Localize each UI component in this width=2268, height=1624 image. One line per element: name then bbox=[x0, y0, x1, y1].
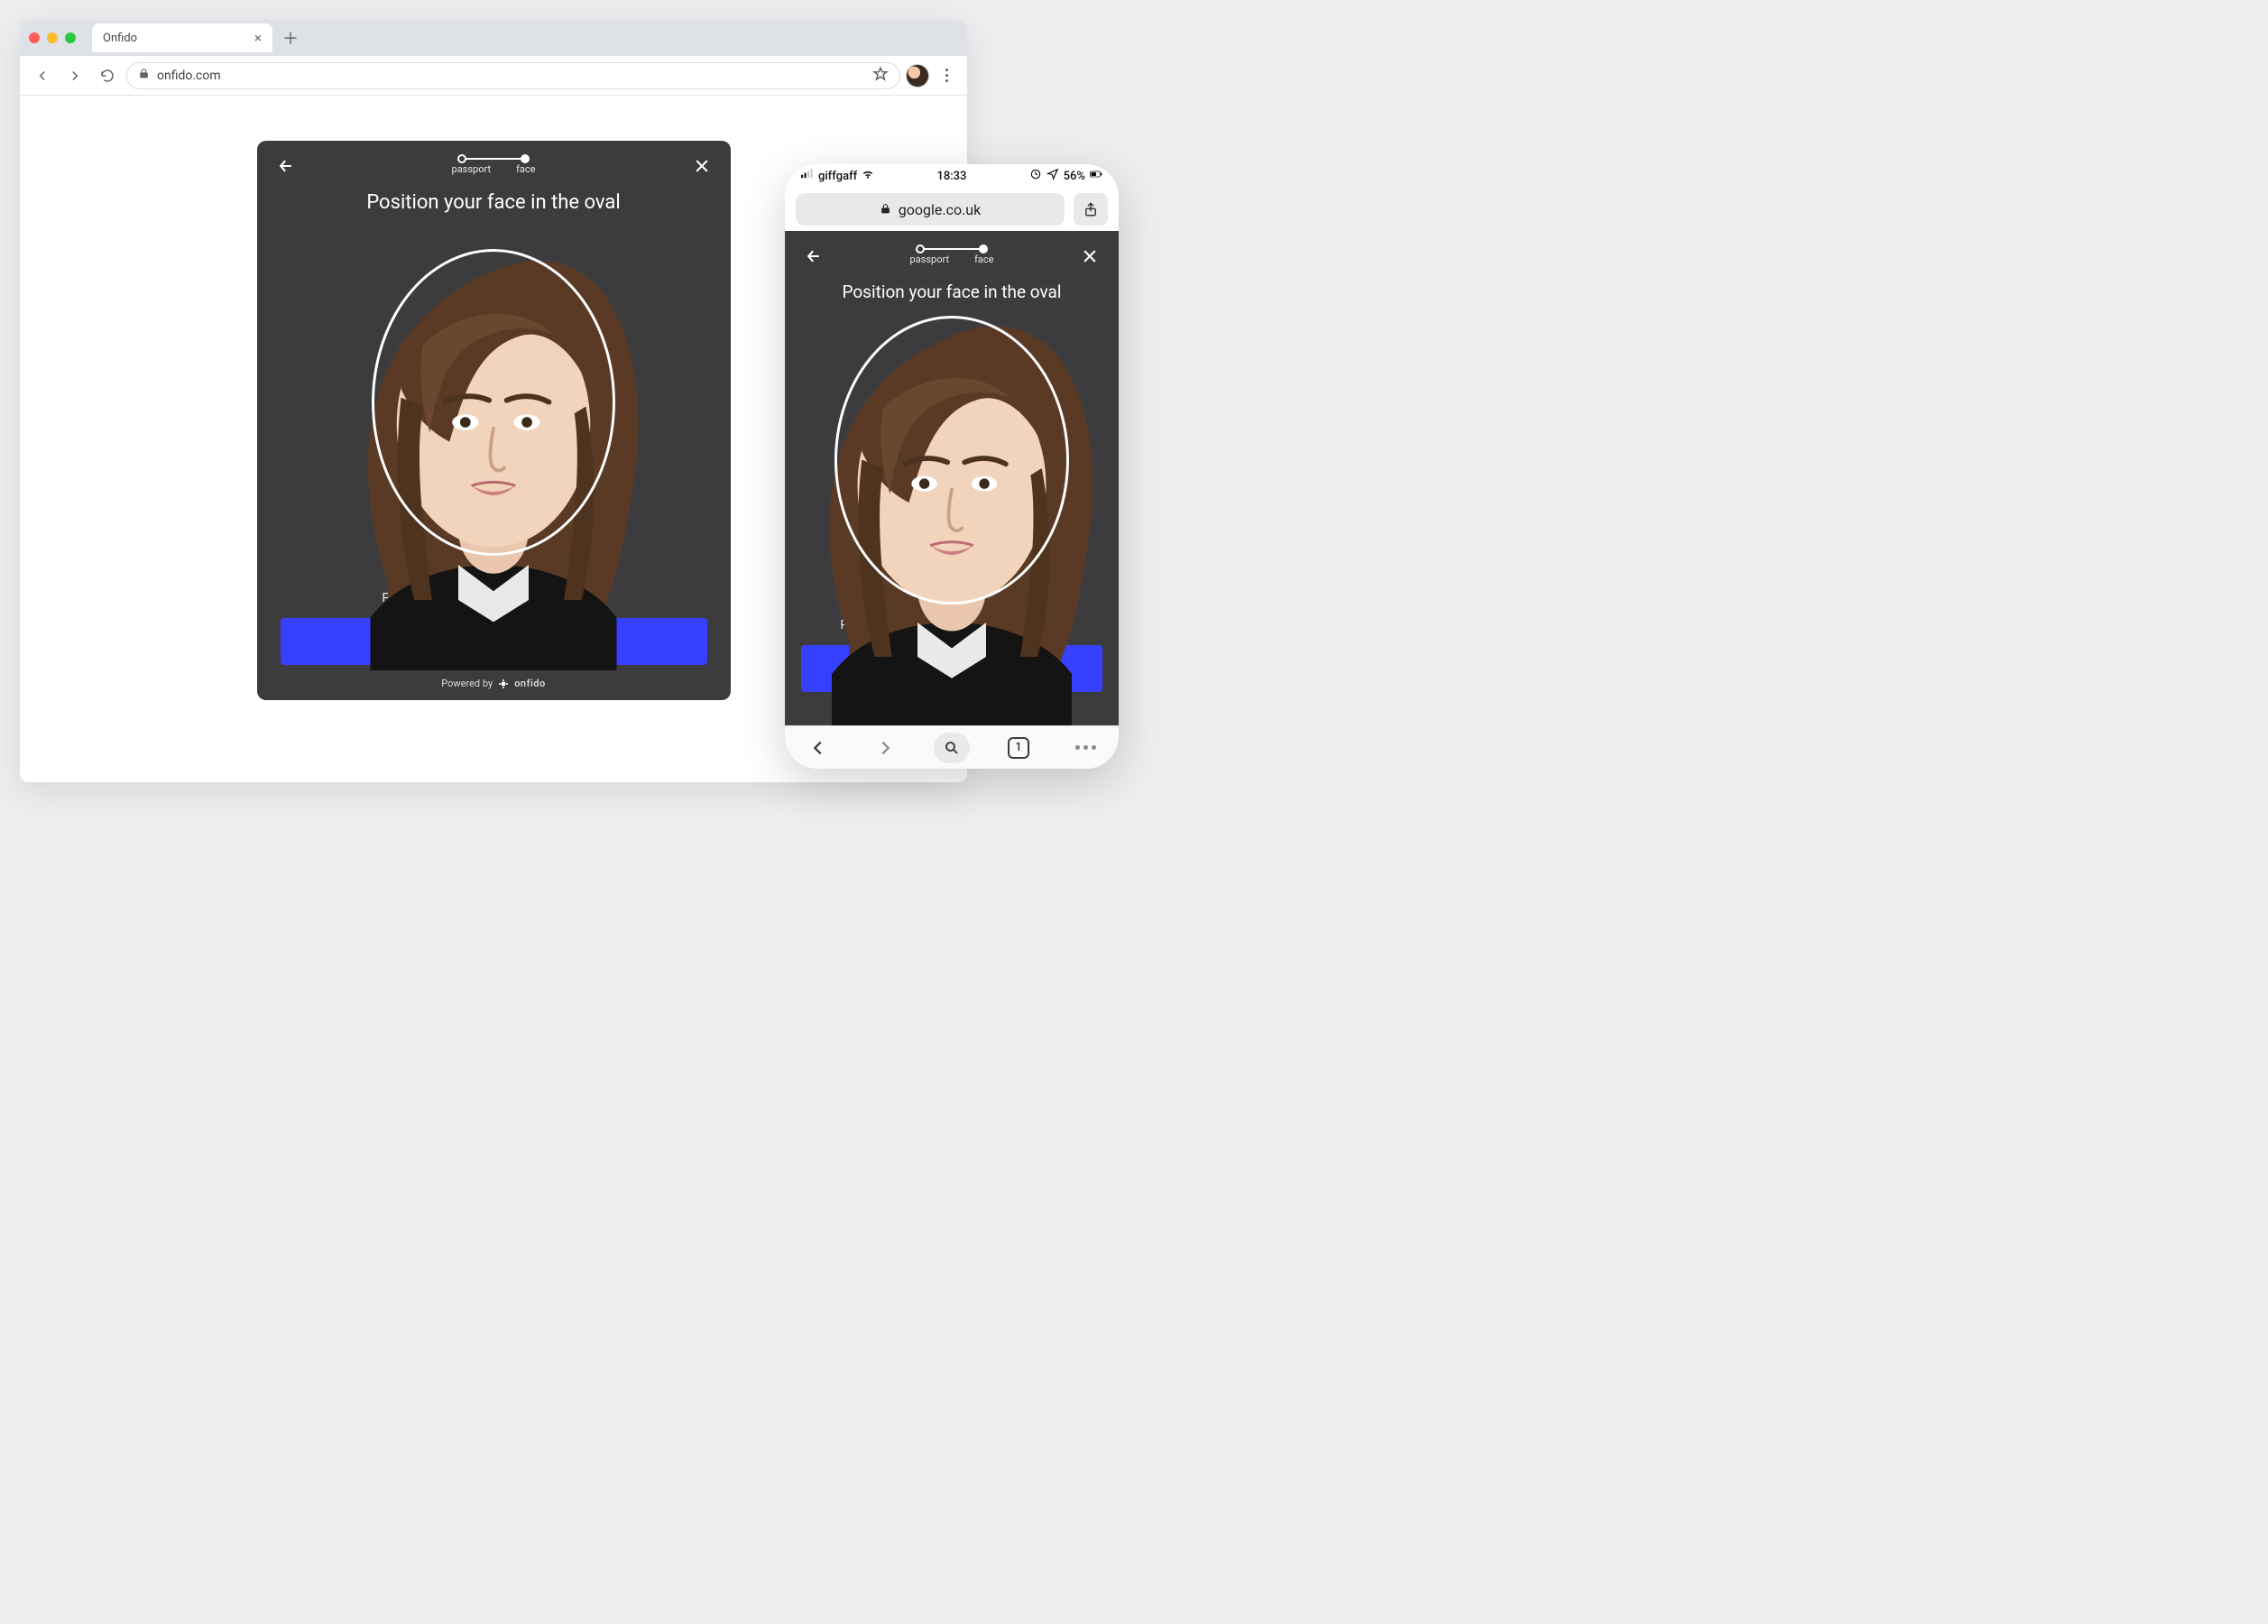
bookmark-star-icon[interactable] bbox=[872, 66, 889, 86]
widget-title: Position your face in the oval bbox=[257, 191, 731, 214]
safari-forward-button[interactable] bbox=[867, 730, 903, 766]
powered-by: Powered by onfido bbox=[441, 678, 546, 689]
orientation-lock-icon bbox=[1029, 168, 1042, 184]
nav-back-button[interactable] bbox=[29, 62, 56, 89]
status-time: 18:33 bbox=[936, 170, 966, 183]
step-label-passport: passport bbox=[910, 254, 950, 265]
ios-status-bar: giffgaff 18:33 56% bbox=[785, 164, 1119, 188]
browser-tab[interactable]: Onfido × bbox=[92, 23, 272, 52]
widget-close-button[interactable] bbox=[1077, 244, 1102, 269]
share-button[interactable] bbox=[1074, 193, 1108, 226]
lock-icon bbox=[880, 201, 891, 218]
onfido-logo-icon bbox=[498, 678, 509, 689]
signal-icon bbox=[801, 168, 814, 184]
step-label-passport: passport bbox=[452, 163, 492, 175]
window-close-icon[interactable] bbox=[29, 32, 40, 43]
safari-more-button[interactable] bbox=[1067, 730, 1103, 766]
safari-url-bar[interactable]: google.co.uk bbox=[796, 193, 1108, 226]
safari-back-button[interactable] bbox=[800, 730, 836, 766]
widget-back-button[interactable] bbox=[273, 153, 299, 179]
safari-toolbar: 1 bbox=[785, 725, 1119, 769]
onfido-widget-mobile: passport face Position your face in the … bbox=[785, 231, 1119, 725]
face-oval bbox=[372, 249, 615, 556]
powered-brand: onfido bbox=[514, 678, 546, 689]
tab-count: 1 bbox=[1015, 741, 1021, 754]
face-oval bbox=[834, 316, 1069, 604]
browser-toolbar: onfido.com bbox=[20, 56, 967, 96]
battery-pct: 56% bbox=[1064, 170, 1085, 183]
widget-back-button[interactable] bbox=[801, 244, 826, 269]
nav-reload-button[interactable] bbox=[94, 62, 121, 89]
carrier-name: giffgaff bbox=[818, 170, 857, 183]
camera-preview bbox=[785, 302, 1119, 618]
widget-close-button[interactable] bbox=[689, 153, 715, 179]
step-dot-face bbox=[521, 154, 530, 163]
step-label-face: face bbox=[974, 254, 993, 265]
new-tab-button[interactable]: ＋ bbox=[280, 27, 301, 49]
window-minimize-icon[interactable] bbox=[47, 32, 58, 43]
nav-forward-button[interactable] bbox=[61, 62, 88, 89]
location-icon bbox=[1046, 168, 1059, 184]
lock-icon bbox=[138, 68, 150, 83]
browser-tab-strip: Onfido × ＋ bbox=[20, 20, 967, 56]
powered-prefix: Powered by bbox=[441, 678, 493, 689]
battery-icon bbox=[1090, 168, 1102, 184]
window-controls bbox=[29, 32, 76, 43]
safari-url-text: google.co.uk bbox=[899, 201, 981, 218]
phone-mockup: giffgaff 18:33 56% google.co.uk bbox=[785, 164, 1119, 769]
tab-title: Onfido bbox=[103, 32, 137, 45]
onfido-widget-desktop: passport face Position your face in the … bbox=[257, 141, 731, 700]
wifi-icon bbox=[862, 168, 874, 184]
close-tab-icon[interactable]: × bbox=[254, 30, 262, 46]
progress-steps: passport face bbox=[910, 248, 994, 265]
browser-menu-button[interactable] bbox=[935, 69, 958, 82]
step-track bbox=[462, 158, 525, 160]
camera-preview bbox=[257, 214, 731, 591]
safari-search-button[interactable] bbox=[934, 730, 970, 766]
step-label-face: face bbox=[516, 163, 535, 175]
url-text: onfido.com bbox=[157, 69, 221, 83]
profile-avatar[interactable] bbox=[906, 64, 929, 88]
progress-steps: passport face bbox=[452, 158, 536, 175]
safari-tabs-button[interactable]: 1 bbox=[1000, 730, 1037, 766]
window-zoom-icon[interactable] bbox=[65, 32, 76, 43]
address-bar[interactable]: onfido.com bbox=[126, 62, 900, 89]
phone-viewport: passport face Position your face in the … bbox=[785, 231, 1119, 725]
step-dot-passport bbox=[457, 154, 466, 163]
